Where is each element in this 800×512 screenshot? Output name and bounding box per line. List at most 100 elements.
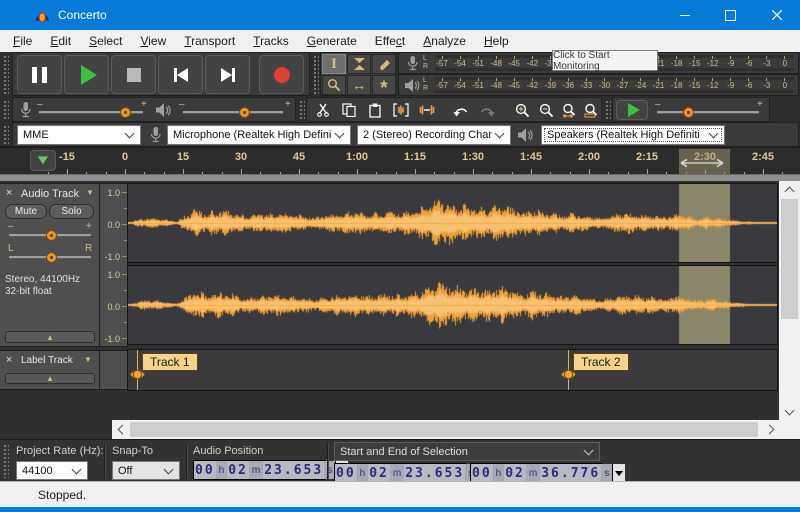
fit-project-button[interactable] (581, 100, 603, 120)
scroll-left-button[interactable] (112, 420, 129, 439)
timeline-ruler[interactable]: -1501530451:001:151:301:452:002:152:302:… (0, 147, 800, 174)
toolbar-grip[interactable] (605, 100, 611, 120)
recording-channels-select[interactable]: 2 (Stereo) Recording Channels (357, 125, 511, 145)
timefield-digits[interactable]: 02 (227, 461, 249, 479)
recording-device-select[interactable]: Microphone (Realtek High Defini (167, 125, 351, 145)
timefield-digits[interactable]: 02 (504, 464, 526, 482)
vertical-scroll-thumb[interactable] (781, 199, 798, 319)
toolbar-grip[interactable] (3, 55, 9, 95)
toolbar-grip[interactable] (3, 100, 9, 120)
track-title[interactable]: Audio Track (21, 188, 79, 200)
selection-end-field[interactable]: 00h02m36.776s (470, 463, 602, 483)
audio-host-select[interactable]: MME (17, 125, 141, 145)
timefield-digits[interactable]: 00 (335, 464, 357, 482)
playback-meter[interactable]: LR -57-54-51-48-45-42-39-36-33-30-27-24-… (398, 74, 799, 96)
undo-button[interactable] (449, 100, 473, 120)
gain-slider[interactable] (9, 228, 91, 242)
time-shift-tool-button[interactable]: ↔ (347, 75, 371, 95)
pause-button[interactable] (17, 55, 62, 94)
scroll-up-button[interactable] (779, 181, 800, 198)
track-menu-dropdown[interactable]: ▼ (84, 355, 92, 364)
timefield-digits[interactable]: 00 (194, 461, 216, 479)
copy-button[interactable] (337, 100, 361, 120)
timefield-digits[interactable]: 02 (368, 464, 390, 482)
timefield-digits[interactable]: 23.653 (404, 464, 465, 482)
close-button[interactable] (754, 0, 799, 30)
menu-transport[interactable]: Transport (175, 30, 244, 52)
skip-to-start-button[interactable] (158, 55, 203, 94)
timefield-unit[interactable]: m (249, 461, 263, 479)
timefield-unit[interactable]: h (357, 464, 369, 482)
label-track-lane[interactable]: Track 1 Track 2 (128, 350, 777, 390)
mute-button[interactable]: Mute (5, 204, 47, 219)
selection-start-field[interactable]: 00h02m23.653s (334, 463, 466, 483)
waveform-channel-left[interactable] (128, 184, 777, 262)
solo-button[interactable]: Solo (49, 204, 94, 219)
toolbar-grip[interactable] (299, 100, 305, 120)
pan-slider[interactable] (9, 250, 91, 264)
monitoring-tooltip[interactable]: Click to Start Monitoring (552, 50, 658, 71)
track-collapse-button[interactable]: ▲ (5, 331, 95, 343)
vertical-scrollbar[interactable] (779, 181, 800, 420)
draw-tool-button[interactable] (372, 54, 396, 74)
scroll-right-button[interactable] (762, 420, 779, 439)
toolbar-grip[interactable] (313, 55, 319, 95)
scroll-down-button[interactable] (779, 403, 800, 420)
track-close-button[interactable]: × (6, 354, 12, 366)
selection-tool-button[interactable]: I (322, 54, 346, 74)
recording-volume-slider[interactable] (39, 105, 143, 119)
zoom-tool-button[interactable] (322, 75, 346, 95)
stop-button[interactable] (111, 55, 156, 94)
cut-button[interactable] (311, 100, 335, 120)
label-text[interactable]: Track 2 (573, 353, 629, 371)
trim-audio-button[interactable] (389, 100, 413, 120)
playback-volume-slider[interactable] (183, 105, 283, 119)
timefield-dropdown-button[interactable] (612, 464, 625, 482)
fit-selection-button[interactable] (559, 100, 581, 120)
track-menu-dropdown[interactable]: ▼ (86, 188, 94, 197)
project-rate-select[interactable]: 44100 (16, 461, 88, 480)
waveform-channel-right[interactable] (128, 266, 777, 344)
maximize-button[interactable] (708, 0, 753, 30)
timefield-digits[interactable]: 23.653 (263, 461, 324, 479)
paste-button[interactable] (363, 100, 387, 120)
redo-button[interactable] (475, 100, 499, 120)
menu-tracks[interactable]: Tracks (244, 30, 298, 52)
timefield-unit[interactable]: h (493, 464, 505, 482)
track-collapse-button[interactable]: ▲ (5, 373, 95, 384)
timefield-digits[interactable]: 00 (471, 464, 493, 482)
title-bar[interactable]: Concerto (0, 0, 800, 30)
menu-select[interactable]: Select (80, 30, 131, 52)
zoom-out-button[interactable] (535, 100, 557, 120)
play-button[interactable] (64, 55, 109, 94)
menu-view[interactable]: View (131, 30, 175, 52)
audio-position-field[interactable]: 00h02m23.653s (193, 460, 325, 480)
multi-tool-button[interactable]: * (372, 75, 396, 95)
menu-generate[interactable]: Generate (298, 30, 366, 52)
track-close-button[interactable]: × (6, 187, 12, 199)
selection-mode-select[interactable]: Start and End of Selection (334, 442, 600, 461)
timefield-unit[interactable]: h (216, 461, 228, 479)
zoom-in-button[interactable] (511, 100, 533, 120)
minimize-button[interactable] (662, 0, 707, 30)
menu-analyze[interactable]: Analyze (414, 30, 475, 52)
toolbar-grip[interactable] (3, 444, 9, 478)
menu-help[interactable]: Help (475, 30, 518, 52)
track-title[interactable]: Label Track (21, 355, 73, 366)
play-speed-slider[interactable] (657, 105, 759, 119)
horizontal-scrollbar[interactable] (112, 420, 779, 439)
label-text[interactable]: Track 1 (142, 353, 198, 371)
envelope-tool-button[interactable] (347, 54, 371, 74)
timefield-unit[interactable]: m (526, 464, 540, 482)
menu-file[interactable]: File (4, 30, 41, 52)
menu-effect[interactable]: Effect (366, 30, 414, 52)
horizontal-scroll-thumb[interactable] (130, 422, 758, 437)
play-at-speed-button[interactable] (616, 100, 648, 120)
playback-device-select[interactable]: Speakers (Realtek High Definiti (541, 125, 725, 145)
vertical-scale-ruler[interactable]: 1.0 0.0 -1.0 1.0 0.0 -1.0 (100, 183, 128, 347)
skip-to-end-button[interactable] (205, 55, 250, 94)
timefield-unit[interactable]: m (390, 464, 404, 482)
snap-to-select[interactable]: Off (112, 461, 180, 480)
silence-audio-button[interactable] (415, 100, 439, 120)
timefield-unit[interactable]: s (601, 464, 612, 482)
